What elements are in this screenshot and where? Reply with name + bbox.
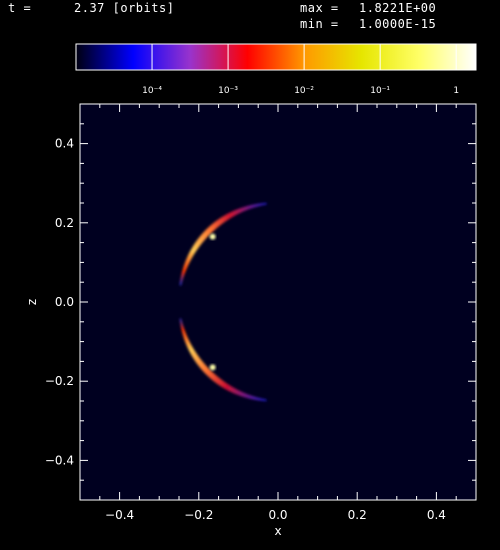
x-axis-label: x [274, 524, 281, 538]
plot-canvas: 10⁻⁴ 10⁻³ 10⁻² 10⁻¹ 1 −0.4 −0.2 0.0 0.2 0.4−0.4−… [25, 43, 477, 538]
x-tick-label: 0.2 [348, 508, 367, 522]
y-tick-label: 0.0 [55, 295, 74, 309]
plot-background [80, 104, 476, 500]
colorbar-tick-label: 10⁻³ [218, 86, 238, 96]
x-tick-label: −0.4 [105, 508, 134, 522]
y-tick-label: 0.2 [55, 216, 74, 230]
colorbar: 10⁻⁴ 10⁻³ 10⁻² 10⁻¹ 1 [75, 43, 477, 96]
colorbar-tick-label: 1 [453, 86, 459, 96]
x-tick-label: 0.4 [427, 508, 446, 522]
y-tick-label: 0.4 [55, 137, 74, 151]
colorbar-tick-label: 10⁻⁴ [142, 86, 162, 96]
density-plot: −0.4 −0.2 0.0 0.2 0.4 −0.4 −0.2 0.0 0.2 0.4 x z [25, 103, 477, 538]
x-tick-label: 0.0 [268, 508, 287, 522]
hot-spot [209, 364, 216, 371]
x-tick-label: −0.2 [184, 508, 213, 522]
hot-spot [209, 233, 216, 240]
colorbar-tick-label: 10⁻² [294, 86, 314, 96]
colorbar-tick-label: 10⁻¹ [370, 86, 390, 96]
y-tick-label: −0.4 [45, 453, 74, 467]
y-axis-label: z [25, 299, 39, 305]
colorbar-strip [75, 43, 477, 71]
y-tick-label: −0.2 [45, 374, 74, 388]
